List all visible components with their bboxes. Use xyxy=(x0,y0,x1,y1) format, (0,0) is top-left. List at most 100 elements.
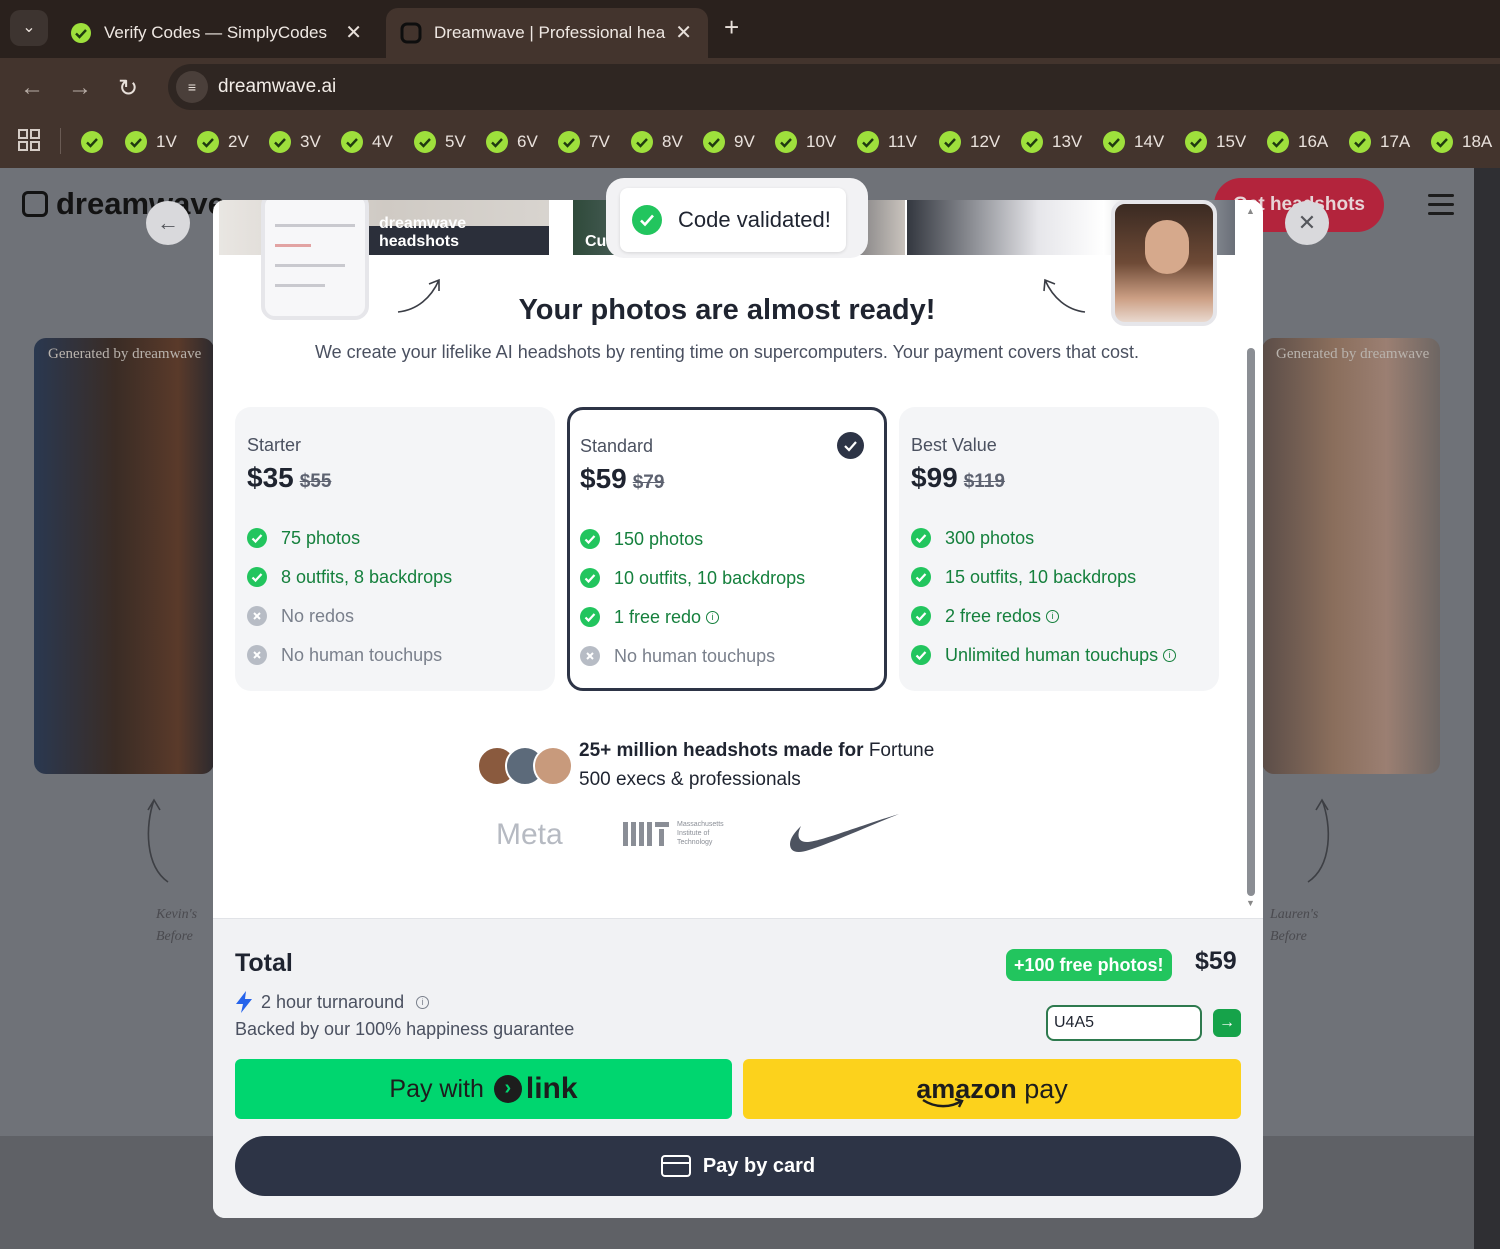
check-circle-icon xyxy=(580,568,600,588)
bookmark-5v[interactable]: 5V xyxy=(413,128,466,156)
sample-photo-left: Generated by dreamwave xyxy=(34,338,214,774)
bookmark-16a[interactable]: 16A xyxy=(1266,128,1328,156)
site-settings-icon[interactable]: ≡ xyxy=(176,71,208,103)
check-badge-icon xyxy=(1185,131,1207,153)
turnaround-text: 2 hour turnaround xyxy=(261,991,405,1012)
bookmark-label: 13V xyxy=(1052,132,1083,151)
bookmark-7v[interactable]: 7V xyxy=(557,128,610,156)
credit-card-icon xyxy=(660,1155,691,1177)
plan-name: Standard xyxy=(580,436,654,456)
plan-name: Starter xyxy=(247,435,302,455)
plan-feature: Unlimited human touchups i xyxy=(911,645,1207,665)
bookmark-4v[interactable]: 4V xyxy=(340,128,393,156)
menu-icon[interactable] xyxy=(1428,194,1454,221)
bookmark-label: 8V xyxy=(662,132,683,151)
plan-old-price: $119 xyxy=(963,471,1005,492)
tab-search-button[interactable]: ⌄ xyxy=(10,10,48,46)
x-circle-icon xyxy=(247,645,267,665)
tab-simplycodes[interactable]: Verify Codes — SimplyCodes ✕ xyxy=(56,8,378,58)
pay-by-card-button[interactable]: Pay by card xyxy=(235,1136,1241,1196)
check-circle-icon xyxy=(911,567,931,587)
modal-scroll-thumb[interactable] xyxy=(1247,348,1255,896)
curved-arrow-icon xyxy=(147,798,169,883)
bookmark-8v[interactable]: 8V xyxy=(630,128,683,156)
check-badge-icon xyxy=(1021,131,1043,153)
bookmark-15v[interactable]: 15V xyxy=(1184,128,1246,156)
forward-icon[interactable]: → xyxy=(68,74,92,102)
bookmark-9v[interactable]: 9V xyxy=(702,128,755,156)
bookmark-17a[interactable]: 17A xyxy=(1348,128,1410,156)
amazon-smile-icon xyxy=(922,1097,964,1108)
pay-with-link-button[interactable]: Pay with › link xyxy=(235,1059,732,1119)
plan-feature: No human touchups xyxy=(247,645,543,665)
bookmark-6v[interactable]: 6V xyxy=(485,128,538,156)
toast-notification: Code validated! xyxy=(606,178,868,258)
free-photos-badge: +100 free photos! xyxy=(1006,949,1172,981)
info-icon[interactable]: i xyxy=(416,995,430,1009)
check-circle-icon xyxy=(632,205,662,235)
plan-card-best-value[interactable]: Best Value $99 $119 300 photos 15 outfits, 1… xyxy=(899,407,1219,691)
back-icon[interactable]: ← xyxy=(20,74,44,102)
carousel-prev-button[interactable]: ← xyxy=(146,201,190,245)
check-circle-icon xyxy=(911,645,931,665)
check-circle-icon xyxy=(247,567,267,587)
guarantee-text: Backed by our 100% happiness guarantee xyxy=(235,1019,575,1039)
bookmark-label: 15V xyxy=(1216,132,1247,151)
new-tab-button[interactable]: + xyxy=(724,12,739,43)
page-scrollbar[interactable] xyxy=(1474,168,1500,1249)
reload-icon[interactable]: ↻ xyxy=(118,74,138,103)
bookmark-14v[interactable]: 14V xyxy=(1102,128,1164,156)
bookmark-label: 3V xyxy=(300,132,321,151)
before-label-kevin: Kevin's Before xyxy=(156,907,198,944)
bookmark-label: 1V xyxy=(156,132,177,151)
apps-grid-icon[interactable] xyxy=(18,129,40,151)
avatar xyxy=(533,746,573,786)
apply-code-button[interactable]: → xyxy=(1213,1009,1241,1037)
check-badge-icon xyxy=(703,131,725,153)
bookmark-blank[interactable] xyxy=(80,128,112,156)
pay-with-label: Pay with xyxy=(389,1074,484,1103)
info-icon[interactable]: i xyxy=(706,610,720,624)
check-badge-icon xyxy=(486,131,508,153)
generated-label: Generated by dreamwave xyxy=(1276,346,1430,362)
promo-code-input[interactable] xyxy=(1046,1005,1202,1041)
bookmark-label: 17A xyxy=(1380,132,1411,151)
check-badge-icon xyxy=(125,131,147,153)
bookmark-2v[interactable]: 2V xyxy=(196,128,249,156)
tab-dreamwave[interactable]: Dreamwave | Professional headshots ✕ xyxy=(386,8,708,58)
bookmark-13v[interactable]: 13V xyxy=(1020,128,1082,156)
generated-label: Generated by dreamwave xyxy=(48,346,202,362)
plan-old-price: $79 xyxy=(632,472,665,493)
info-icon[interactable]: i xyxy=(1163,648,1177,662)
check-badge-icon xyxy=(1349,131,1371,153)
bookmark-label: 14V xyxy=(1134,132,1165,151)
plan-card-starter[interactable]: Starter $35 $55 75 photos 8 outfits, 8 backd… xyxy=(235,407,555,691)
close-tab-icon[interactable]: ✕ xyxy=(675,20,692,45)
bookmark-12v[interactable]: 12V xyxy=(938,128,1000,156)
bookmark-3v[interactable]: 3V xyxy=(268,128,321,156)
plan-feature: 1 free redo i xyxy=(580,607,874,627)
plan-feature: 8 outfits, 8 backdrops xyxy=(247,567,543,587)
bookmark-18a[interactable]: 18A xyxy=(1430,128,1492,156)
check-badge-icon xyxy=(341,131,363,153)
checkout-modal: dreamwave headshots Custom Your photos a… xyxy=(213,200,1263,1218)
bookmark-separator xyxy=(60,128,61,154)
close-modal-button[interactable]: ✕ xyxy=(1285,201,1329,245)
bookmark-1v[interactable]: 1V xyxy=(124,128,177,156)
check-badge-icon xyxy=(1267,131,1289,153)
plan-old-price: $55 xyxy=(299,471,332,492)
link-logo-icon: › xyxy=(493,1075,522,1103)
info-icon[interactable]: i xyxy=(1046,609,1060,623)
bookmark-label: 12V xyxy=(970,132,1001,151)
check-badge-icon xyxy=(1431,131,1453,153)
bookmark-10v[interactable]: 10V xyxy=(774,128,836,156)
bookmark-label: 11V xyxy=(888,132,917,151)
close-tab-icon[interactable]: ✕ xyxy=(345,20,362,45)
lightning-icon xyxy=(236,991,252,1013)
modal-scrollbar[interactable]: ▲ ▼ xyxy=(1245,206,1259,912)
plan-card-standard[interactable]: Standard $59 $79 150 photos 10 outfits, 10 b… xyxy=(567,407,887,691)
url-field[interactable]: ≡ dreamwave.ai xyxy=(168,64,1500,110)
amazon-pay-button[interactable]: amazon pay xyxy=(743,1059,1241,1119)
brand-logo[interactable]: dreamwave xyxy=(22,186,225,222)
bookmark-11v[interactable]: 11V xyxy=(856,128,917,156)
